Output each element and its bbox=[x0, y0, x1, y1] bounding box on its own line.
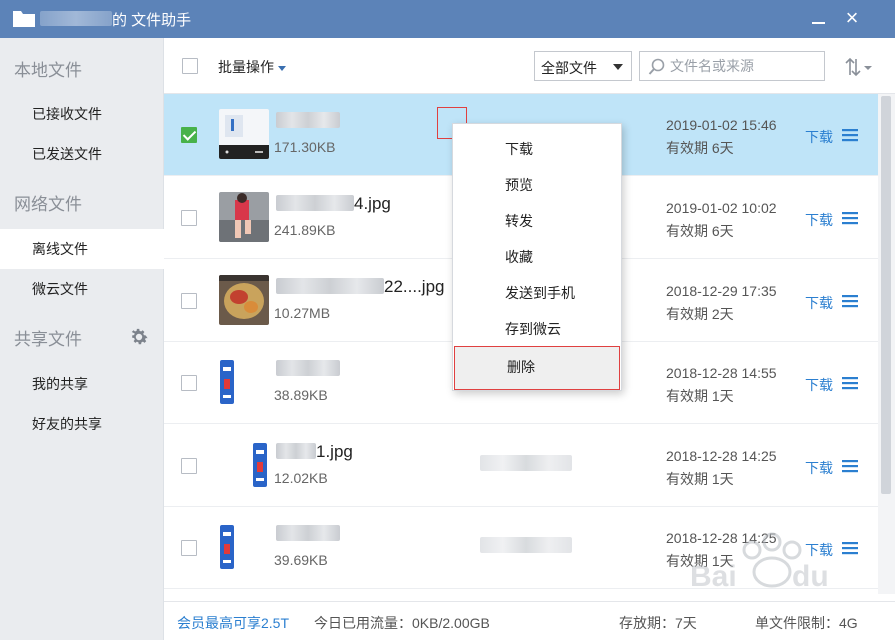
file-name bbox=[276, 111, 340, 131]
menu-item-save-to-weiyun[interactable]: 存到微云 bbox=[453, 312, 621, 346]
file-date: 2019-01-02 15:46 bbox=[666, 117, 777, 133]
menu-item-favorite[interactable]: 收藏 bbox=[453, 240, 621, 274]
folder-icon bbox=[13, 11, 35, 27]
file-thumbnail bbox=[219, 357, 269, 407]
vertical-scrollbar[interactable] bbox=[878, 94, 895, 594]
more-menu-icon[interactable] bbox=[842, 459, 858, 473]
download-link[interactable]: 下载 bbox=[805, 210, 833, 230]
file-thumbnail bbox=[219, 522, 269, 572]
menu-item-forward[interactable]: 转发 bbox=[453, 204, 621, 238]
svg-text:Bai: Bai bbox=[690, 560, 737, 593]
file-thumbnail bbox=[219, 109, 269, 159]
contact-name-blurred bbox=[40, 11, 112, 26]
search-box[interactable] bbox=[639, 51, 825, 81]
close-button[interactable]: × bbox=[840, 7, 864, 30]
more-menu-icon[interactable] bbox=[842, 376, 858, 390]
more-menu-icon[interactable] bbox=[842, 294, 858, 308]
download-link[interactable]: 下载 bbox=[805, 375, 833, 395]
file-name-blurred bbox=[276, 525, 340, 541]
menu-item-preview[interactable]: 预览 bbox=[453, 168, 621, 202]
sidebar-item-received[interactable]: 已接收文件 bbox=[0, 94, 164, 134]
batch-operation-dropdown[interactable]: 批量操作 bbox=[218, 57, 286, 77]
file-source-blurred bbox=[480, 537, 572, 553]
file-expiry: 有效期 1天 bbox=[666, 471, 734, 487]
sort-icon[interactable] bbox=[844, 56, 874, 78]
sidebar-item-friends-share[interactable]: 好友的共享 bbox=[0, 404, 164, 444]
more-menu-icon[interactable] bbox=[842, 211, 858, 225]
file-size: 171.30KB bbox=[274, 139, 336, 155]
file-name bbox=[276, 524, 340, 544]
file-size: 39.69KB bbox=[274, 552, 328, 568]
sidebar-item-my-share[interactable]: 我的共享 bbox=[0, 364, 164, 404]
file-name-blurred bbox=[276, 195, 354, 211]
sidebar-item-offline[interactable]: 离线文件 bbox=[0, 229, 164, 269]
file-thumbnail bbox=[219, 192, 269, 242]
file-name bbox=[276, 359, 340, 379]
file-name: 1.jpg bbox=[276, 442, 353, 462]
row-checkbox[interactable] bbox=[181, 540, 197, 556]
context-menu: 下载 预览 转发 收藏 发送到手机 存到微云 删除 bbox=[452, 123, 622, 391]
file-date: 2019-01-02 10:02 bbox=[666, 200, 777, 216]
scrollbar-thumb[interactable] bbox=[881, 96, 891, 494]
download-link[interactable]: 下载 bbox=[805, 127, 833, 147]
file-date: 2018-12-28 14:25 bbox=[666, 448, 777, 464]
file-source-blurred bbox=[480, 455, 572, 471]
select-all-checkbox[interactable] bbox=[182, 58, 198, 74]
file-row[interactable]: 1.jpg 12.02KB 2018-12-28 14:25 有效期 1天 下载 bbox=[164, 425, 878, 507]
gear-icon[interactable] bbox=[128, 326, 150, 348]
section-local-files: 本地文件 bbox=[14, 61, 82, 80]
file-filter-select[interactable]: 全部文件 bbox=[534, 51, 632, 81]
toolbar: 批量操作 全部文件 bbox=[164, 38, 895, 94]
caret-down-icon bbox=[278, 65, 286, 71]
file-expiry: 有效期 2天 bbox=[666, 306, 734, 322]
file-size: 241.89KB bbox=[274, 222, 336, 238]
file-size: 12.02KB bbox=[274, 470, 328, 486]
file-name-blurred bbox=[276, 443, 316, 459]
file-size: 38.89KB bbox=[274, 387, 328, 403]
section-shared-files: 共享文件 bbox=[14, 330, 82, 349]
search-icon bbox=[648, 58, 665, 75]
triangle-down-icon bbox=[613, 64, 623, 70]
file-thumbnail bbox=[219, 275, 269, 325]
watermark-logo: Bai du bbox=[690, 532, 829, 593]
file-name: 4.jpg bbox=[276, 194, 391, 214]
menu-item-delete[interactable]: 删除 bbox=[454, 346, 620, 390]
section-network-files: 网络文件 bbox=[14, 195, 82, 214]
row-checkbox[interactable] bbox=[181, 210, 197, 226]
row-checkbox[interactable] bbox=[181, 458, 197, 474]
file-expiry: 有效期 1天 bbox=[666, 388, 734, 404]
file-name: 22....jpg bbox=[276, 277, 445, 297]
file-expiry: 有效期 6天 bbox=[666, 140, 734, 156]
file-size: 10.27MB bbox=[274, 305, 331, 321]
file-date: 2018-12-28 14:55 bbox=[666, 365, 777, 381]
search-input[interactable] bbox=[670, 56, 820, 76]
download-link[interactable]: 下载 bbox=[805, 458, 833, 478]
file-expiry: 有效期 6天 bbox=[666, 223, 734, 239]
svg-text:du: du bbox=[792, 560, 829, 593]
file-date: 2018-12-29 17:35 bbox=[666, 283, 777, 299]
file-name-blurred bbox=[276, 360, 340, 376]
row-checkbox[interactable] bbox=[181, 293, 197, 309]
title-bar: 的 文件助手 × bbox=[0, 0, 895, 38]
minimize-button[interactable] bbox=[806, 8, 830, 30]
more-menu-icon[interactable] bbox=[842, 128, 858, 142]
menu-item-download[interactable]: 下载 bbox=[453, 132, 621, 166]
download-link[interactable]: 下载 bbox=[805, 293, 833, 313]
file-name-blurred bbox=[276, 112, 340, 128]
sidebar: 本地文件 已接收文件 已发送文件 网络文件 离线文件 微云文件 共享文件 我的共… bbox=[0, 38, 164, 640]
traffic-usage: 今日已用流量：0KB/2.00GB bbox=[314, 615, 490, 631]
menu-item-send-to-phone[interactable]: 发送到手机 bbox=[453, 276, 621, 310]
vip-link[interactable]: 会员最高可享2.5T bbox=[177, 613, 289, 633]
file-name-blurred bbox=[276, 278, 384, 294]
sidebar-item-sent[interactable]: 已发送文件 bbox=[0, 134, 164, 174]
window-title: 的 文件助手 bbox=[112, 12, 192, 29]
row-checkbox[interactable] bbox=[181, 127, 197, 143]
sidebar-item-weiyun[interactable]: 微云文件 bbox=[0, 269, 164, 309]
row-checkbox[interactable] bbox=[181, 375, 197, 391]
